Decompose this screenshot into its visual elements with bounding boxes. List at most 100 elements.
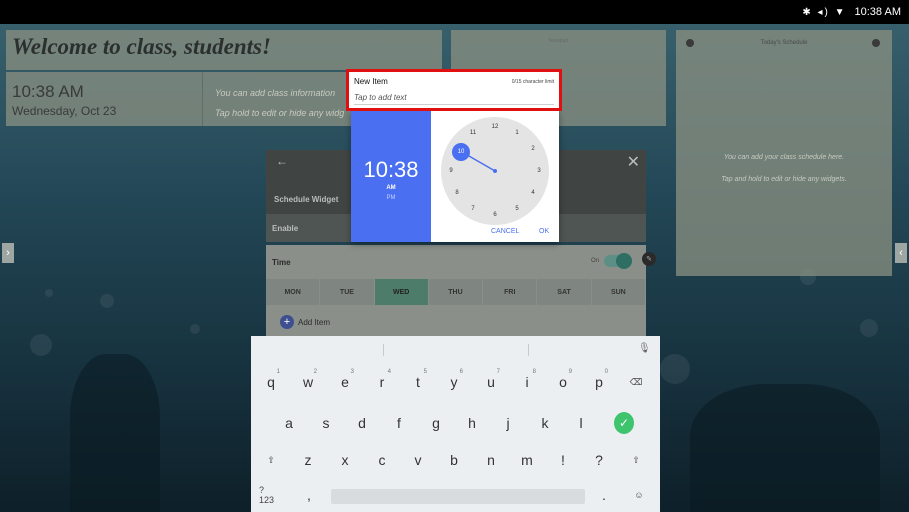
- add-item-button[interactable]: + Add Item: [280, 315, 330, 329]
- edit-icon[interactable]: ✎: [642, 252, 656, 266]
- back-arrow-icon[interactable]: ←: [276, 154, 288, 168]
- right-arrow-icon[interactable]: ‹: [895, 243, 907, 263]
- day-wed[interactable]: WED: [374, 279, 428, 305]
- new-item-field: New Item 0/15 character limit: [346, 69, 562, 111]
- toggle-knob: [616, 253, 632, 269]
- clock-dial[interactable]: 10 12 1 2 3 4 5 6 7 8 9 11: [441, 117, 549, 225]
- key-v[interactable]: v: [408, 445, 428, 475]
- dial-number[interactable]: 3: [537, 168, 540, 174]
- symbols-key[interactable]: ?123: [259, 480, 279, 510]
- dial-center: [493, 169, 497, 173]
- schedule-widget-body: Time On ✎ MON TUE WED THU FRI SAT SUN + …: [266, 245, 656, 337]
- dial-number[interactable]: 4: [531, 190, 534, 196]
- key-label: t: [416, 374, 420, 390]
- key-label: u: [487, 374, 495, 390]
- notepad-title: Notepad: [549, 38, 568, 44]
- key-m[interactable]: m: [517, 445, 537, 475]
- key-l[interactable]: l: [571, 408, 591, 438]
- day-sat[interactable]: SAT: [537, 279, 591, 305]
- day-tue[interactable]: TUE: [320, 279, 374, 305]
- cancel-button[interactable]: CANCEL: [491, 228, 519, 235]
- dial-number[interactable]: 2: [531, 146, 534, 152]
- info-dot-icon[interactable]: [872, 39, 880, 47]
- info-text: You can add class information: [215, 88, 336, 98]
- day-sun[interactable]: SUN: [591, 279, 645, 305]
- key-t[interactable]: t5: [408, 367, 428, 397]
- microphone-icon[interactable]: 🎙: [638, 343, 651, 354]
- enable-label: Enable: [272, 224, 299, 233]
- key-b[interactable]: b: [444, 445, 464, 475]
- enter-key[interactable]: ✓: [614, 408, 634, 438]
- suggestion-strip: 🎙: [251, 336, 660, 364]
- key-k[interactable]: k: [535, 408, 555, 438]
- pm-toggle[interactable]: PM: [351, 195, 431, 201]
- key-label: y: [450, 374, 458, 390]
- dial-number[interactable]: 7: [471, 206, 474, 212]
- key-e[interactable]: e3: [335, 367, 355, 397]
- welcome-title: Welcome to class, students!: [12, 34, 271, 59]
- key-hint: 6: [459, 369, 463, 375]
- key-n[interactable]: n: [481, 445, 501, 475]
- key-period[interactable]: .: [594, 480, 614, 510]
- selected-time[interactable]: 10:38: [351, 157, 431, 183]
- key-z[interactable]: z: [298, 445, 318, 475]
- time-label: Time: [272, 258, 291, 267]
- shift-icon[interactable]: ⇧: [261, 445, 281, 475]
- dial-number[interactable]: 6: [493, 212, 496, 218]
- keyboard-row-3: ⇧ z x c v b n m ! ? ⇧: [251, 445, 660, 479]
- key-u[interactable]: u7: [481, 367, 501, 397]
- key-hint: 1: [276, 369, 280, 375]
- dial-number[interactable]: 8: [455, 190, 458, 196]
- day-mon[interactable]: MON: [266, 279, 320, 305]
- backspace-icon[interactable]: ⌫: [626, 367, 646, 397]
- new-item-input[interactable]: [354, 91, 554, 105]
- key-s[interactable]: s: [316, 408, 336, 438]
- bubble: [30, 334, 52, 356]
- close-icon[interactable]: ✕: [627, 152, 640, 172]
- key-j[interactable]: j: [498, 408, 518, 438]
- divider: [383, 344, 384, 356]
- key-question[interactable]: ?: [589, 445, 609, 475]
- bubble: [45, 289, 53, 297]
- key-o[interactable]: o9: [553, 367, 573, 397]
- welcome-widget[interactable]: Welcome to class, students!: [6, 30, 442, 70]
- schedule-panel[interactable]: Today's Schedule You can add your class …: [676, 30, 892, 276]
- key-i[interactable]: i8: [517, 367, 537, 397]
- key-y[interactable]: y6: [444, 367, 464, 397]
- key-hint: 9: [568, 369, 572, 375]
- key-x[interactable]: x: [335, 445, 355, 475]
- selected-hour[interactable]: 10: [452, 143, 470, 161]
- key-f[interactable]: f: [389, 408, 409, 438]
- key-p[interactable]: p0: [589, 367, 609, 397]
- dial-number[interactable]: 9: [449, 168, 452, 174]
- divider: [528, 344, 529, 356]
- schedule-widget-title: Schedule Widget: [274, 195, 339, 204]
- status-icons: ✱ ◂) ▼: [802, 6, 847, 18]
- new-item-label: New Item: [354, 77, 388, 86]
- am-toggle[interactable]: AM: [351, 185, 431, 191]
- schedule-hint: Tap and hold to edit or hide any widgets…: [721, 176, 847, 183]
- dial-number[interactable]: 12: [492, 124, 499, 130]
- left-arrow-icon[interactable]: ›: [2, 243, 14, 263]
- emoji-icon[interactable]: ☺: [629, 480, 649, 510]
- key-a[interactable]: a: [279, 408, 299, 438]
- time-toggle[interactable]: [604, 253, 632, 269]
- key-g[interactable]: g: [426, 408, 446, 438]
- dial-number[interactable]: 11: [470, 130, 476, 136]
- key-c[interactable]: c: [372, 445, 392, 475]
- dial-number[interactable]: 1: [515, 130, 518, 136]
- key-r[interactable]: r4: [372, 367, 392, 397]
- space-bar[interactable]: [331, 489, 585, 504]
- key-comma[interactable]: ,: [299, 480, 319, 510]
- shift-icon[interactable]: ⇧: [626, 445, 646, 475]
- key-label: q: [267, 374, 275, 390]
- key-w[interactable]: w2: [298, 367, 318, 397]
- ok-button[interactable]: OK: [539, 228, 549, 235]
- dial-number[interactable]: 5: [515, 206, 518, 212]
- day-thu[interactable]: THU: [428, 279, 483, 305]
- day-fri[interactable]: FRI: [483, 279, 537, 305]
- key-exclamation[interactable]: !: [553, 445, 573, 475]
- key-h[interactable]: h: [462, 408, 482, 438]
- key-d[interactable]: d: [352, 408, 372, 438]
- key-q[interactable]: q1: [261, 367, 281, 397]
